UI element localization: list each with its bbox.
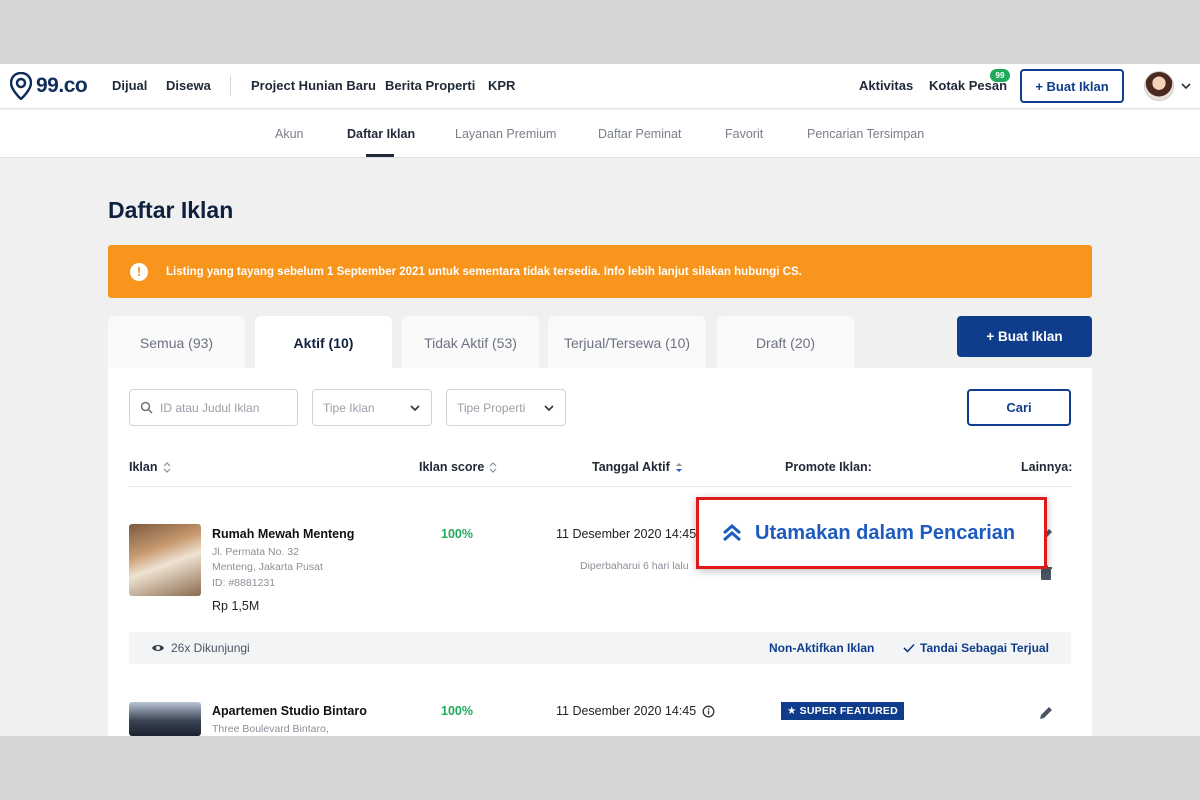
promote-option-label: Utamakan dalam Pencarian	[755, 521, 1016, 544]
top-navbar: 99.co Dijual Disewa Project Hunian Baru …	[0, 64, 1200, 109]
listing-active-date-label: 11 Desember 2020 14:45	[556, 704, 697, 718]
create-ad-button-header[interactable]: + Buat Iklan	[1020, 69, 1124, 103]
subnav-layanan-premium[interactable]: Layanan Premium	[455, 127, 556, 141]
nav-aktivitas[interactable]: Aktivitas	[859, 78, 913, 93]
sort-icon	[163, 461, 170, 473]
listing-score: 100%	[441, 704, 473, 718]
active-tab-indicator	[366, 154, 394, 157]
checkmark-icon	[903, 643, 915, 653]
nav-project-hunian-baru[interactable]: Project Hunian Baru	[251, 78, 376, 93]
location-pin-logo-icon	[10, 72, 32, 100]
video-frame-bottom	[0, 736, 1200, 800]
subnav-akun[interactable]: Akun	[275, 127, 304, 141]
video-frame-top	[0, 0, 1200, 64]
logo-text: 99.co	[36, 74, 88, 97]
column-header-label: Tanggal Aktif	[592, 460, 670, 474]
column-header-promote: Promote Iklan:	[785, 460, 872, 474]
listing-updated: Diperbaharui 6 hari lalu	[580, 560, 689, 572]
tab-draft[interactable]: Draft (20)	[717, 316, 854, 370]
alert-message: Listing yang tayang sebelum 1 September …	[166, 265, 802, 278]
subnav-daftar-iklan[interactable]: Daftar Iklan	[347, 127, 415, 141]
ad-type-placeholder: Tipe Iklan	[323, 400, 375, 415]
exclamation-icon: !	[130, 262, 148, 281]
listing-price: Rp 1,5M	[212, 599, 260, 613]
header-divider	[129, 486, 1071, 487]
app-window: 99.co Dijual Disewa Project Hunian Baru …	[0, 64, 1200, 736]
view-count-label: 26x Dikunjungi	[171, 641, 250, 655]
nav-dijual[interactable]: Dijual	[112, 78, 147, 93]
page-title: Daftar Iklan	[108, 197, 234, 223]
column-header-more: Lainnya:	[1021, 460, 1073, 474]
subnav-favorit[interactable]: Favorit	[725, 127, 763, 141]
logo[interactable]: 99.co	[10, 72, 88, 100]
edit-pencil-icon[interactable]	[1037, 704, 1055, 722]
ad-type-select[interactable]: Tipe Iklan	[312, 389, 432, 426]
listing-score: 100%	[441, 527, 473, 541]
column-header-label: Iklan	[129, 460, 158, 474]
mark-sold-link[interactable]: Tandai Sebagai Terjual	[903, 641, 1049, 655]
tab-semua[interactable]: Semua (93)	[108, 316, 245, 370]
view-count: 26x Dikunjungi	[151, 641, 250, 655]
search-button[interactable]: Cari	[967, 389, 1071, 426]
column-header-score[interactable]: Iklan score	[419, 460, 497, 474]
tab-terjual-tersewa[interactable]: Terjual/Tersewa (10)	[548, 316, 706, 370]
listing-thumbnail[interactable]	[129, 702, 201, 736]
listing-address-line2: Menteng, Jakarta Pusat	[212, 561, 323, 573]
subnav-daftar-peminat[interactable]: Daftar Peminat	[598, 127, 681, 141]
sort-active-icon	[675, 462, 682, 472]
create-ad-button[interactable]: + Buat Iklan	[957, 316, 1092, 357]
property-type-placeholder: Tipe Properti	[457, 400, 526, 415]
listing-title[interactable]: Apartemen Studio Bintaro	[212, 704, 367, 718]
info-icon[interactable]	[702, 705, 715, 718]
listing-active-date: 11 Desember 2020 14:45	[556, 527, 697, 541]
listing-id: ID: #8881231	[212, 577, 276, 589]
listing-active-date: 11 Desember 2020 14:45	[556, 704, 715, 718]
tab-aktif[interactable]: Aktif (10)	[255, 316, 392, 370]
double-chevron-up-icon	[723, 524, 741, 542]
tab-tidak-aktif[interactable]: Tidak Aktif (53)	[402, 316, 539, 370]
listing-address-line1: Three Boulevard Bintaro,	[212, 723, 329, 735]
star-icon: ★	[787, 705, 797, 717]
column-header-label: Iklan score	[419, 460, 485, 474]
nav-berita-properti[interactable]: Berita Properti	[385, 78, 475, 93]
property-type-select[interactable]: Tipe Properti	[446, 389, 566, 426]
sort-icon	[489, 461, 497, 473]
column-header-iklan[interactable]: Iklan	[129, 460, 171, 474]
super-featured-badge: ★ SUPER FEATURED	[781, 702, 904, 720]
deactivate-listing-link[interactable]: Non-Aktifkan Iklan	[769, 641, 874, 655]
column-header-date[interactable]: Tanggal Aktif	[592, 460, 683, 474]
nav-divider	[230, 76, 231, 96]
account-subnav: Akun Daftar Iklan Layanan Premium Daftar…	[0, 110, 1200, 158]
promote-highlight-callout[interactable]: Utamakan dalam Pencarian	[696, 497, 1047, 569]
listing-title[interactable]: Rumah Mewah Menteng	[212, 527, 354, 541]
chevron-down-icon	[544, 404, 554, 411]
super-featured-label: SUPER FEATURED	[799, 705, 898, 717]
listing-address-line1: Jl. Permata No. 32	[212, 546, 299, 558]
avatar[interactable]	[1144, 71, 1174, 101]
inbox-count-badge: 99	[990, 69, 1010, 82]
chevron-down-icon[interactable]	[1180, 80, 1192, 92]
info-alert-banner: ! Listing yang tayang sebelum 1 Septembe…	[108, 245, 1092, 298]
eye-icon	[152, 645, 164, 651]
search-input[interactable]	[160, 400, 290, 415]
search-icon	[140, 401, 153, 414]
subnav-pencarian-tersimpan[interactable]: Pencarian Tersimpan	[807, 127, 924, 141]
search-box[interactable]	[129, 389, 298, 426]
mark-sold-label: Tandai Sebagai Terjual	[920, 641, 1049, 655]
nav-kpr[interactable]: KPR	[488, 78, 515, 93]
nav-disewa[interactable]: Disewa	[166, 78, 211, 93]
listing-thumbnail[interactable]	[129, 524, 201, 596]
listing-stats-bar: 26x Dikunjungi Non-Aktifkan Iklan Tandai…	[129, 632, 1071, 664]
chevron-down-icon	[410, 404, 420, 411]
